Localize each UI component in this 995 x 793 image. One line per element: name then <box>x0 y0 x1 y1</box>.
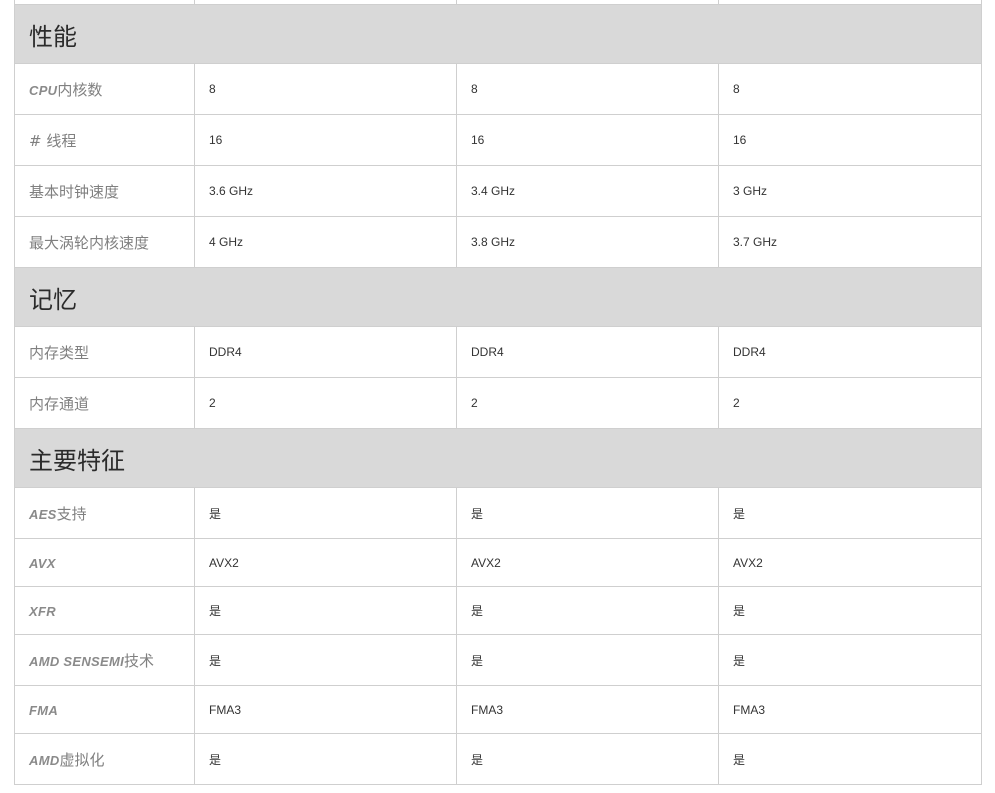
table-cell: AVX2 <box>194 538 457 587</box>
row-label: AMD SENSEMI技术 <box>14 634 195 686</box>
row-label: AMD虚拟化 <box>14 733 195 785</box>
table-row: # 线程 16 16 16 <box>14 114 982 166</box>
table-cell: 3.4 GHz <box>456 165 719 217</box>
table-cell: 2 <box>718 377 982 429</box>
table-cell: 2 <box>456 377 719 429</box>
table-cell: 3 GHz <box>718 165 982 217</box>
row-label: FMA <box>14 685 195 734</box>
table-cell: 8 <box>194 63 457 115</box>
row-label: 内存通道 <box>14 377 195 429</box>
row-label: XFR <box>14 586 195 635</box>
row-label: # 线程 <box>14 114 195 166</box>
section-header-memory: 记忆 <box>14 267 982 327</box>
row-label: 最大涡轮内核速度 <box>14 216 195 268</box>
section-title: 记忆 <box>14 267 982 327</box>
spec-comparison-table: 性能 CPU内核数 8 8 8 # 线程 16 16 16 基本时钟速度 3.6… <box>14 0 982 785</box>
table-cell: 是 <box>456 634 719 686</box>
table-cell: 2 <box>194 377 457 429</box>
table-cell: DDR4 <box>456 326 719 378</box>
section-title: 主要特征 <box>14 428 982 488</box>
table-cell: 8 <box>718 63 982 115</box>
table-cell: 是 <box>456 487 719 539</box>
table-row: CPU内核数 8 8 8 <box>14 63 982 115</box>
table-cell: 3.6 GHz <box>194 165 457 217</box>
section-title: 性能 <box>14 4 982 64</box>
table-row: FMA FMA3 FMA3 FMA3 <box>14 685 982 734</box>
table-row: XFR 是 是 是 <box>14 586 982 635</box>
table-cell: 4 GHz <box>194 216 457 268</box>
table-row: 基本时钟速度 3.6 GHz 3.4 GHz 3 GHz <box>14 165 982 217</box>
table-cell: DDR4 <box>718 326 982 378</box>
row-label: 基本时钟速度 <box>14 165 195 217</box>
table-row: AES支持 是 是 是 <box>14 487 982 539</box>
section-header-features: 主要特征 <box>14 428 982 488</box>
table-cell: AVX2 <box>456 538 719 587</box>
table-cell: 是 <box>718 487 982 539</box>
table-row: AMD虚拟化 是 是 是 <box>14 733 982 785</box>
table-cell: 是 <box>456 733 719 785</box>
table-cell: 3.8 GHz <box>456 216 719 268</box>
table-cell: 是 <box>718 586 982 635</box>
table-cell: 是 <box>456 586 719 635</box>
table-row: 内存通道 2 2 2 <box>14 377 982 429</box>
table-cell: 是 <box>718 733 982 785</box>
table-cell: AVX2 <box>718 538 982 587</box>
row-label: AES支持 <box>14 487 195 539</box>
table-cell: DDR4 <box>194 326 457 378</box>
table-row: 内存类型 DDR4 DDR4 DDR4 <box>14 326 982 378</box>
table-row: AVX AVX2 AVX2 AVX2 <box>14 538 982 587</box>
table-cell: 是 <box>194 733 457 785</box>
table-cell: 16 <box>718 114 982 166</box>
table-row: AMD SENSEMI技术 是 是 是 <box>14 634 982 686</box>
table-cell: 是 <box>718 634 982 686</box>
table-cell: 16 <box>456 114 719 166</box>
table-cell: 16 <box>194 114 457 166</box>
table-cell: FMA3 <box>718 685 982 734</box>
row-label: 内存类型 <box>14 326 195 378</box>
table-row: 最大涡轮内核速度 4 GHz 3.8 GHz 3.7 GHz <box>14 216 982 268</box>
table-cell: 是 <box>194 586 457 635</box>
table-cell: 3.7 GHz <box>718 216 982 268</box>
table-cell: 8 <box>456 63 719 115</box>
row-label: CPU内核数 <box>14 63 195 115</box>
table-cell: 是 <box>194 634 457 686</box>
row-label: AVX <box>14 538 195 587</box>
table-cell: FMA3 <box>194 685 457 734</box>
table-cell: FMA3 <box>456 685 719 734</box>
table-cell: 是 <box>194 487 457 539</box>
section-header-performance: 性能 <box>14 4 982 64</box>
